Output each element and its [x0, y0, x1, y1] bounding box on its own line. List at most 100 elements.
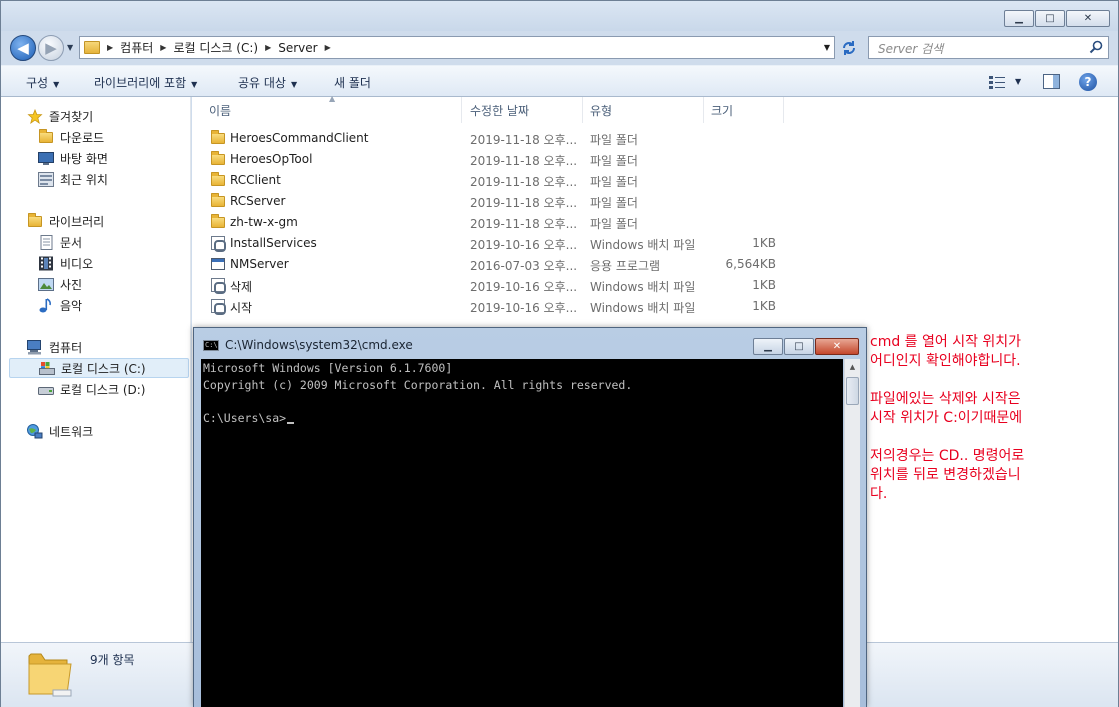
text-cursor [287, 421, 295, 424]
organize-button[interactable]: 구성 ▼ [26, 74, 59, 91]
maximize-button[interactable]: □ [1035, 10, 1065, 27]
document-icon [40, 234, 53, 250]
music-note-icon [39, 297, 51, 312]
table-row[interactable]: RCServer 2019-11-18 오후... 파일 폴더 [192, 191, 1118, 212]
chevron-right-icon[interactable]: ▶ [265, 43, 271, 52]
console-scrollbar[interactable]: ▲ [844, 359, 860, 707]
cmd-maximize-button[interactable]: □ [784, 338, 814, 355]
preview-pane-icon[interactable] [1043, 74, 1060, 89]
column-header-date[interactable]: 수정한 날짜 [462, 97, 583, 123]
address-bar[interactable]: ▶ 컴퓨터 ▶ 로컬 디스크 (C:) ▶ Server ▶ ▼ [79, 36, 835, 59]
column-header-type[interactable]: 유형 [583, 97, 704, 123]
chevron-right-icon[interactable]: ▶ [107, 43, 113, 52]
file-date: 2019-11-18 오후... [470, 196, 578, 210]
console-output[interactable]: Microsoft Windows [Version 6.1.7600] Copy… [201, 359, 843, 707]
downloads-folder-icon [38, 128, 54, 145]
file-name: InstallServices [230, 236, 317, 250]
view-options-icon[interactable] [989, 75, 1005, 89]
sidebar-label: 비디오 [60, 256, 94, 271]
console-line: Copyright (c) 2009 Microsoft Corporation… [203, 377, 633, 392]
file-name: 삭제 [230, 280, 253, 294]
sidebar-item-local-disk-c[interactable]: 로컬 디스크 (C:) [9, 358, 189, 378]
annotation-paragraph-1: cmd 를 열어 시작 위치가 어디인지 확인해야합니다. [870, 334, 1022, 369]
table-row[interactable]: HeroesCommandClient 2019-11-18 오후... 파일 폴더 [192, 128, 1118, 149]
cmd-minimize-button[interactable]: ▁ [753, 338, 783, 355]
scrollbar-thumb[interactable] [846, 377, 859, 405]
file-size: 1KB [752, 278, 776, 292]
breadcrumb-computer[interactable]: 컴퓨터 [120, 39, 153, 56]
sidebar-item-downloads[interactable]: 다운로드 [38, 127, 104, 147]
cmd-titlebar[interactable]: C:\ C:\Windows\system32\cmd.exe ▁ □ ✕ [194, 328, 866, 358]
explorer-titlebar[interactable]: ▁ □ ✕ [1, 1, 1118, 31]
cmd-close-button[interactable]: ✕ [815, 338, 859, 355]
table-row[interactable]: HeroesOpTool 2019-11-18 오후... 파일 폴더 [192, 149, 1118, 170]
console-icon: C:\ [203, 340, 219, 351]
breadcrumb-server[interactable]: Server [278, 41, 317, 55]
scroll-up-arrow-icon[interactable]: ▲ [845, 359, 860, 376]
navigation-pane[interactable]: 즐겨찾기 다운로드 바탕 화면 최근 위치 라이브러리 문서 비디오 사진 음악… [1, 97, 191, 642]
picture-icon [38, 277, 54, 291]
file-type: Windows 배치 파일 [590, 280, 696, 294]
table-row[interactable]: InstallServices 2019-10-16 오후... Windows 배… [192, 233, 1118, 254]
recent-pages-dropdown[interactable]: ▼ [67, 43, 73, 52]
sidebar-label: 라이브러리 [49, 214, 105, 229]
folder-icon [210, 193, 225, 208]
column-label: 수정한 날짜 [470, 104, 530, 118]
sidebar-item-videos[interactable]: 비디오 [38, 253, 93, 273]
chevron-right-icon[interactable]: ▶ [160, 43, 166, 52]
file-name: 시작 [230, 301, 253, 315]
sidebar-item-network[interactable]: 네트워크 [27, 421, 93, 441]
annotation-paragraph-2: 파일에있는 삭제와 시작은 시작 위치가 C:이기때문에 [870, 391, 1023, 426]
sidebar-item-pictures[interactable]: 사진 [38, 274, 82, 294]
batch-file-icon [210, 299, 226, 315]
library-folder-icon [27, 212, 43, 229]
folder-icon [210, 214, 225, 229]
breadcrumb-local-disk-c[interactable]: 로컬 디스크 (C:) [173, 39, 258, 56]
sidebar-label: 로컬 디스크 (C:) [61, 361, 146, 376]
column-header-name[interactable]: 이름 ▲ [192, 94, 462, 123]
sidebar-item-computer[interactable]: 컴퓨터 [27, 337, 82, 357]
refresh-icon[interactable] [838, 37, 860, 58]
close-button[interactable]: ✕ [1066, 10, 1110, 27]
include-in-library-button[interactable]: 라이브러리에 포함 ▼ [94, 74, 197, 91]
console-prompt: C:\Users\sa> [203, 410, 287, 425]
sidebar-label: 문서 [60, 235, 83, 250]
column-header-size[interactable]: 크기 [704, 97, 784, 123]
batch-file-icon [210, 236, 226, 252]
cmd-window-controls: ▁ □ ✕ [752, 338, 859, 355]
table-row[interactable]: 삭제 2019-10-16 오후... Windows 배치 파일 1KB [192, 275, 1118, 296]
address-dropdown[interactable]: ▼ [824, 43, 830, 52]
file-name: zh-tw-x-gm [230, 215, 298, 229]
star-icon [27, 108, 43, 124]
back-arrow-icon[interactable]: ◀ [10, 35, 36, 61]
file-size: 1KB [752, 236, 776, 250]
sidebar-item-local-disk-d[interactable]: 로컬 디스크 (D:) [38, 379, 145, 399]
table-row[interactable]: NMServer 2016-07-03 오후... 응용 프로그램 6,564KB [192, 254, 1118, 275]
network-icon [27, 423, 43, 438]
file-type: 파일 폴더 [590, 217, 638, 231]
sidebar-item-libraries[interactable]: 라이브러리 [27, 211, 104, 231]
view-options-dropdown[interactable]: ▼ [1015, 77, 1021, 86]
chevron-right-icon[interactable]: ▶ [325, 43, 331, 52]
sidebar-item-documents[interactable]: 문서 [38, 232, 82, 252]
folder-icon [210, 130, 225, 145]
forward-arrow-icon[interactable]: ▶ [38, 35, 64, 61]
folder-icon [84, 41, 100, 54]
cmd-window[interactable]: C:\ C:\Windows\system32\cmd.exe ▁ □ ✕ Mi… [193, 327, 867, 707]
table-row[interactable]: RCClient 2019-11-18 오후... 파일 폴더 [192, 170, 1118, 191]
table-row[interactable]: zh-tw-x-gm 2019-11-18 오후... 파일 폴더 [192, 212, 1118, 233]
sidebar-item-favorites[interactable]: 즐겨찾기 [27, 106, 93, 126]
table-row[interactable]: 시작 2019-10-16 오후... Windows 배치 파일 1KB [192, 296, 1118, 317]
command-bar: 구성 ▼ 라이브러리에 포함 ▼ 공유 대상 ▼ 새 폴더 ▼ ? [1, 65, 1118, 97]
help-icon[interactable]: ? [1079, 73, 1097, 91]
sidebar-item-desktop[interactable]: 바탕 화면 [38, 148, 108, 168]
share-with-button[interactable]: 공유 대상 ▼ [238, 74, 297, 91]
sidebar-item-music[interactable]: 음악 [38, 295, 82, 315]
sidebar-item-recent-places[interactable]: 최근 위치 [38, 169, 108, 189]
minimize-button[interactable]: ▁ [1004, 10, 1034, 27]
new-folder-button[interactable]: 새 폴더 [334, 74, 371, 91]
search-input[interactable]: Server 검색 [868, 36, 1109, 59]
file-type: 응용 프로그램 [590, 259, 661, 273]
search-icon[interactable] [1089, 40, 1103, 54]
file-type: 파일 폴더 [590, 154, 638, 168]
